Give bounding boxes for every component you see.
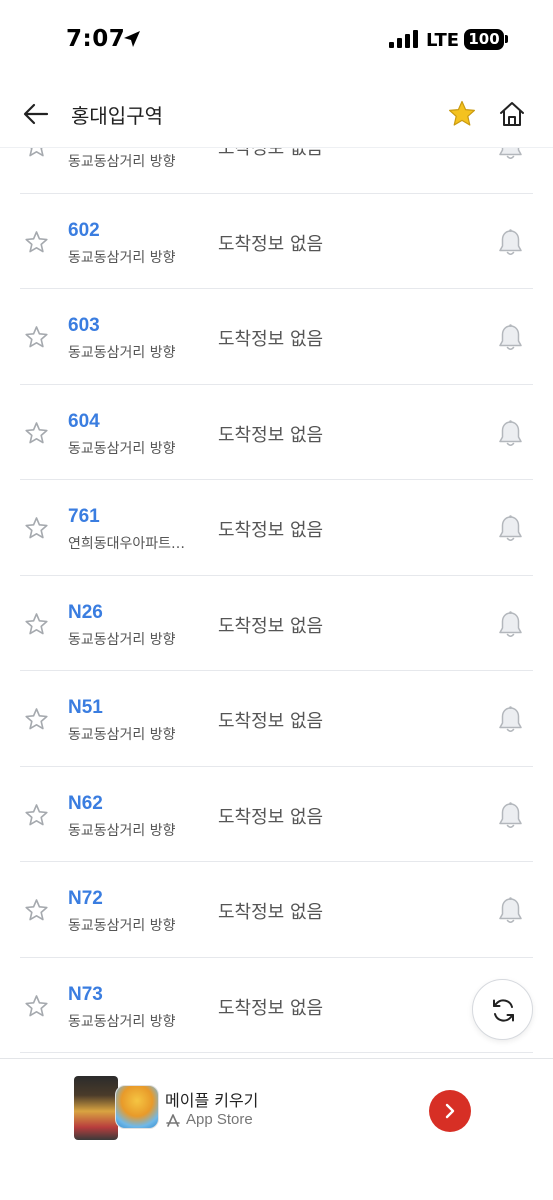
chevron-right-icon bbox=[445, 1103, 455, 1119]
bus-row[interactable]: 604 동교동삼거리 방향 도착정보 없음 bbox=[0, 385, 553, 481]
status-bar: 7:07 LTE 100 bbox=[0, 0, 553, 80]
network-type: LTE bbox=[426, 30, 460, 51]
ad-open-button[interactable] bbox=[429, 1090, 471, 1132]
bell-icon[interactable] bbox=[497, 323, 524, 353]
favorite-star-icon[interactable] bbox=[447, 99, 477, 129]
bus-direction: 동교동삼거리 방향 bbox=[68, 822, 176, 839]
bus-row[interactable]: 동교동삼거리 방향 도착정보 없음 bbox=[0, 148, 553, 194]
arrival-info: 도착정보 없음 bbox=[218, 615, 324, 637]
location-arrow-icon bbox=[124, 31, 140, 47]
status-time: 7:07 bbox=[66, 26, 126, 52]
star-outline-icon[interactable] bbox=[24, 421, 49, 446]
arrival-info: 도착정보 없음 bbox=[218, 806, 324, 828]
star-outline-icon[interactable] bbox=[24, 230, 49, 255]
bus-row[interactable]: N26 동교동삼거리 방향 도착정보 없음 bbox=[0, 576, 553, 672]
bus-direction: 연희동대우아파트… bbox=[68, 536, 186, 552]
bus-number: N62 bbox=[68, 792, 103, 814]
bus-direction: 동교동삼거리 방향 bbox=[68, 918, 176, 934]
app-header: 홍대입구역 bbox=[0, 80, 553, 148]
star-outline-icon[interactable] bbox=[24, 707, 49, 732]
star-outline-icon[interactable] bbox=[24, 612, 49, 637]
arrival-info: 도착정보 없음 bbox=[218, 148, 324, 159]
bus-row[interactable]: N62 동교동삼거리 방향 도착정보 없음 bbox=[0, 767, 553, 863]
bus-number: N73 bbox=[68, 983, 103, 1005]
star-outline-icon[interactable] bbox=[24, 994, 49, 1019]
refresh-icon bbox=[493, 999, 514, 1022]
back-arrow-icon[interactable] bbox=[22, 100, 50, 128]
bus-row[interactable]: N51 동교동삼거리 방향 도착정보 없음 bbox=[0, 671, 553, 767]
arrival-info: 도착정보 없음 bbox=[218, 233, 324, 255]
arrival-info: 도착정보 없음 bbox=[218, 520, 324, 541]
star-outline-icon[interactable] bbox=[24, 148, 49, 159]
bell-icon[interactable] bbox=[497, 801, 524, 831]
bus-direction: 동교동삼거리 방향 bbox=[68, 1013, 176, 1030]
ad-banner[interactable]: 메이플 키우기 App Store bbox=[0, 1058, 553, 1200]
bus-number: N72 bbox=[68, 888, 103, 909]
bus-direction: 동교동삼거리 방향 bbox=[68, 727, 176, 743]
bus-number: 603 bbox=[68, 315, 100, 336]
bus-number: N51 bbox=[68, 697, 103, 718]
bus-direction: 동교동삼거리 방향 bbox=[68, 440, 176, 457]
bus-list-scroll[interactable]: 동교동삼거리 방향 도착정보 없음 602 동교동삼거리 방향 도착정보 없음 … bbox=[0, 148, 553, 1058]
refresh-button[interactable] bbox=[472, 979, 533, 1040]
bus-direction: 동교동삼거리 방향 bbox=[68, 249, 176, 266]
battery-tip bbox=[505, 35, 508, 43]
arrival-info: 도착정보 없음 bbox=[218, 902, 324, 923]
bell-icon[interactable] bbox=[497, 148, 524, 162]
bell-icon[interactable] bbox=[497, 514, 524, 544]
star-outline-icon[interactable] bbox=[24, 803, 49, 828]
bus-number: N26 bbox=[68, 601, 103, 623]
page-title: 홍대입구역 bbox=[71, 104, 163, 128]
bus-row[interactable]: N73 동교동삼거리 방향 도착정보 없음 bbox=[0, 958, 553, 1054]
bus-number: 602 bbox=[68, 219, 100, 241]
arrival-info: 도착정보 없음 bbox=[218, 424, 324, 446]
bus-number: 761 bbox=[68, 506, 100, 527]
bus-row[interactable]: 761 연희동대우아파트… 도착정보 없음 bbox=[0, 480, 553, 576]
bus-direction: 동교동삼거리 방향 bbox=[68, 631, 176, 648]
bus-row[interactable]: 603 동교동삼거리 방향 도착정보 없음 bbox=[0, 289, 553, 385]
bell-icon[interactable] bbox=[497, 896, 524, 926]
home-icon[interactable] bbox=[498, 100, 526, 128]
bus-list: 동교동삼거리 방향 도착정보 없음 602 동교동삼거리 방향 도착정보 없음 … bbox=[0, 148, 553, 1053]
star-outline-icon[interactable] bbox=[24, 516, 49, 541]
bell-icon[interactable] bbox=[497, 610, 524, 640]
ad-game-poster-image bbox=[74, 1076, 118, 1140]
bus-direction: 동교동삼거리 방향 bbox=[68, 345, 176, 361]
bell-icon[interactable] bbox=[497, 228, 524, 258]
cellular-signal-icon bbox=[389, 30, 418, 48]
ad-title: 메이플 키우기 bbox=[165, 1091, 259, 1110]
bus-direction: 동교동삼거리 방향 bbox=[68, 154, 176, 170]
arrival-info: 도착정보 없음 bbox=[218, 711, 324, 732]
bus-row[interactable]: 602 동교동삼거리 방향 도착정보 없음 bbox=[0, 194, 553, 290]
bell-icon[interactable] bbox=[497, 705, 524, 735]
bus-row[interactable]: N72 동교동삼거리 방향 도착정보 없음 bbox=[0, 862, 553, 958]
battery-icon: 100 bbox=[464, 29, 504, 50]
app-store-icon bbox=[166, 1114, 180, 1127]
bell-icon[interactable] bbox=[497, 419, 524, 449]
ad-store-label: App Store bbox=[186, 1111, 253, 1128]
arrival-info: 도착정보 없음 bbox=[218, 997, 324, 1019]
arrival-info: 도착정보 없음 bbox=[218, 329, 324, 350]
star-outline-icon[interactable] bbox=[24, 325, 49, 350]
star-outline-icon[interactable] bbox=[24, 898, 49, 923]
bus-number: 604 bbox=[68, 410, 100, 432]
ad-app-icon bbox=[115, 1085, 159, 1129]
